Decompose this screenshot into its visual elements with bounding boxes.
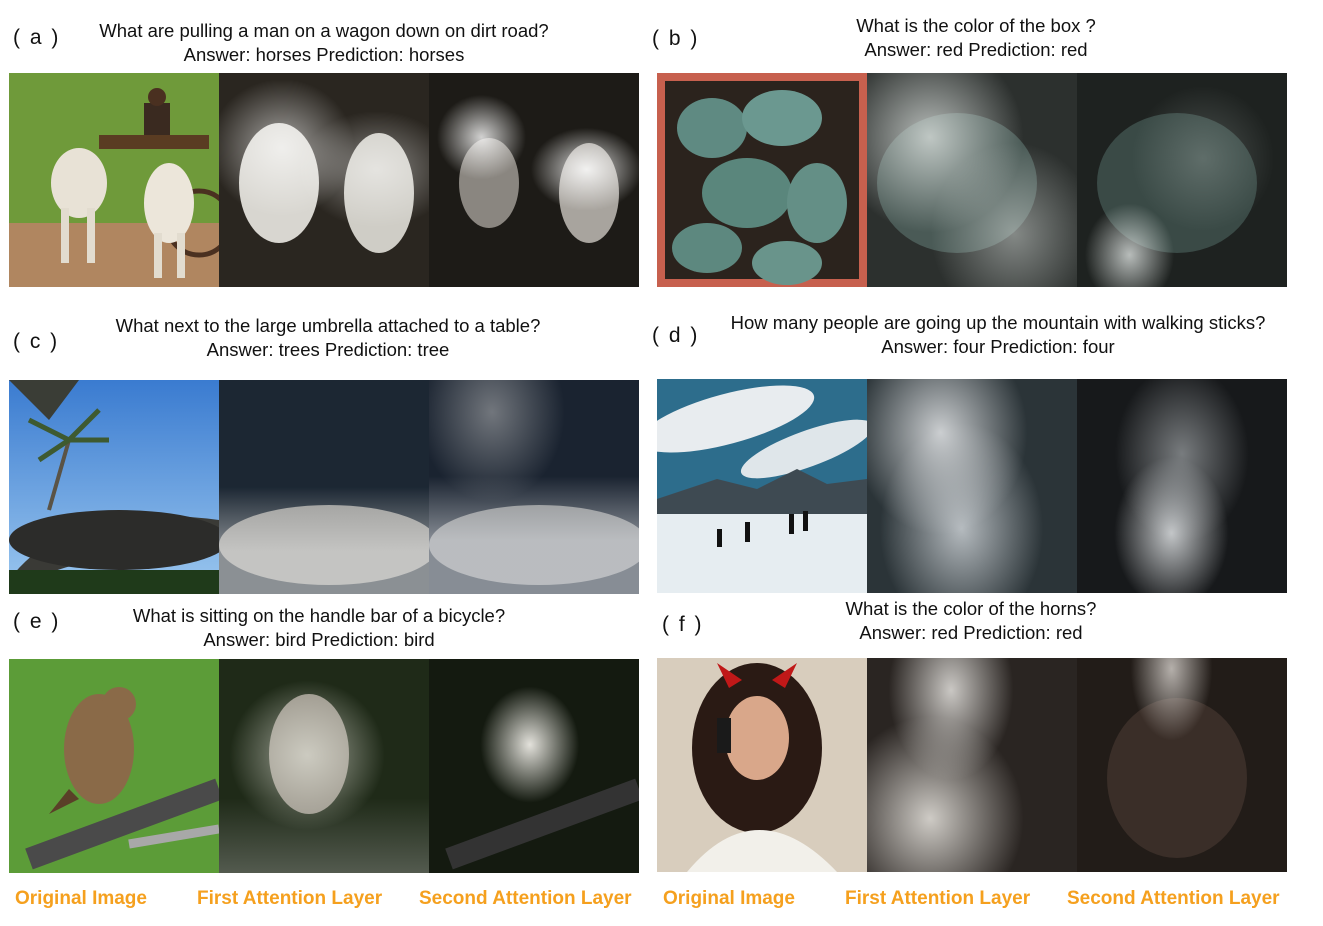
second-attention-map: [429, 659, 639, 873]
answer-prediction: Answer: trees Prediction: tree: [206, 339, 450, 360]
second-attention-map: [1077, 379, 1287, 593]
panel-question-c: What next to the large umbrella attached…: [13, 314, 643, 362]
image-strip-a: [9, 73, 639, 287]
caption-original-image-left: Original Image: [15, 888, 147, 909]
second-attention-map: [429, 380, 639, 594]
caption-first-attention-right: First Attention Layer: [845, 888, 1031, 909]
original-image: [657, 73, 867, 287]
caption-first-attention-left: First Attention Layer: [197, 888, 383, 909]
first-attention-map: [219, 380, 429, 594]
panel-question-d: How many people are going up the mountai…: [700, 311, 1296, 359]
answer-prediction: Answer: horses Prediction: horses: [183, 44, 465, 65]
original-image: [9, 73, 219, 287]
question-text: What is the color of the horns?: [845, 598, 1097, 619]
first-attention-map: [867, 73, 1077, 287]
panel-question-b: What is the color of the box ? Answer: r…: [660, 14, 1292, 62]
original-image: [9, 659, 219, 873]
first-attention-map: [867, 379, 1077, 593]
second-attention-map: [1077, 658, 1287, 872]
answer-prediction: Answer: bird Prediction: bird: [203, 629, 435, 650]
question-text: How many people are going up the mountai…: [730, 312, 1266, 333]
image-strip-f: [657, 658, 1287, 872]
answer-prediction: Answer: red Prediction: red: [864, 39, 1088, 60]
question-text: What is the color of the box ?: [856, 15, 1096, 36]
second-attention-map: [1077, 73, 1287, 287]
caption-second-attention-right: Second Attention Layer: [1067, 888, 1280, 909]
image-strip-b: [657, 73, 1287, 287]
caption-original-image-right: Original Image: [663, 888, 795, 909]
panel-question-f: What is the color of the horns? Answer: …: [655, 597, 1287, 645]
caption-second-attention-left: Second Attention Layer: [419, 888, 632, 909]
question-text: What next to the large umbrella attached…: [115, 315, 541, 336]
image-strip-d: [657, 379, 1287, 593]
answer-prediction: Answer: red Prediction: red: [859, 622, 1083, 643]
question-text: What is sitting on the handle bar of a b…: [132, 605, 506, 626]
answer-prediction: Answer: four Prediction: four: [881, 336, 1115, 357]
panel-label-d: ( d ): [652, 324, 700, 347]
first-attention-map: [867, 658, 1077, 872]
first-attention-map: [219, 659, 429, 873]
panel-question-a: What are pulling a man on a wagon down o…: [10, 19, 638, 67]
original-image: [657, 379, 867, 593]
question-text: What are pulling a man on a wagon down o…: [99, 20, 549, 41]
original-image: [657, 658, 867, 872]
original-image: [9, 380, 219, 594]
panel-question-e: What is sitting on the handle bar of a b…: [10, 604, 628, 652]
second-attention-map: [429, 73, 639, 287]
image-strip-c: [9, 380, 639, 594]
first-attention-map: [219, 73, 429, 287]
image-strip-e: [9, 659, 639, 873]
